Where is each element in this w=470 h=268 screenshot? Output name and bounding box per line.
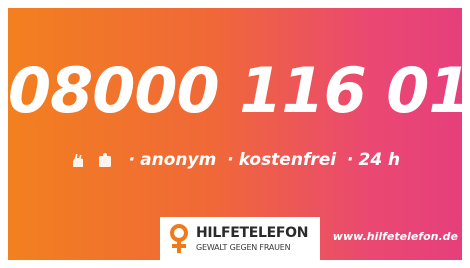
feature-kostenfrei: kostenfrei	[238, 150, 337, 170]
logo-tagline: GEWALT GEGEN FRAUEN	[196, 243, 291, 252]
separator: ·	[128, 150, 136, 170]
sign-language-icon	[70, 152, 86, 173]
venus-symbol-icon	[170, 224, 188, 253]
feature-anonym: anonym	[140, 150, 217, 170]
website-link[interactable]: www.hilfetelefon.de	[322, 230, 462, 243]
feature-24h: 24 h	[358, 150, 401, 170]
page: 08000 116 016 ·anonym ·kostenfrei ·24 h	[0, 0, 470, 268]
hilfetelefon-logo: HILFETELEFON GEWALT GEGEN FRAUEN	[160, 217, 320, 260]
logo-title: HILFETELEFON	[196, 225, 309, 241]
separator: ·	[227, 150, 234, 170]
accessibility-icon	[97, 152, 113, 173]
separator: ·	[347, 150, 354, 170]
features-line: · anonym · kostenfrei · 24 h	[8, 150, 462, 173]
phone-number: 08000 116 016	[8, 54, 462, 127]
